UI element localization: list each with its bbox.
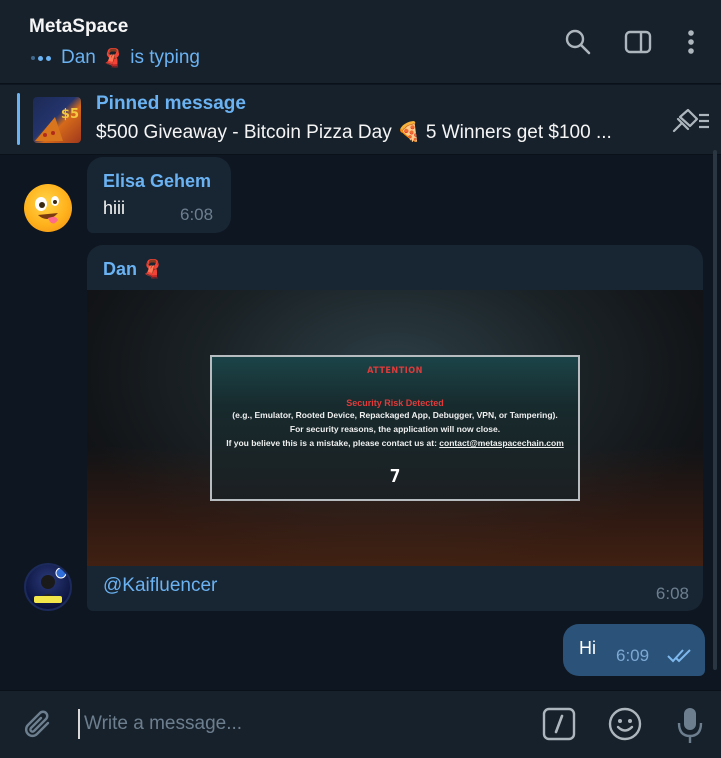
chat-title[interactable]: MetaSpace <box>29 16 128 38</box>
pinned-thumbnail: $5 <box>33 97 81 143</box>
message-time: 6:08 <box>655 584 689 603</box>
alert-title: ATTENTION <box>367 366 423 376</box>
search-icon[interactable] <box>564 28 592 56</box>
message-media-image[interactable]: ATTENTION Security Risk Detected (e.g., … <box>87 290 703 566</box>
sender-name[interactable]: Dan <box>103 259 137 280</box>
alert-contact-email: contact@metaspacechain.com <box>439 438 564 448</box>
pinned-label: Pinned message <box>96 93 246 114</box>
alert-line-3-prefix: If you believe this is a mistake, please… <box>226 438 437 448</box>
sidebar-toggle-icon[interactable] <box>624 28 652 56</box>
scarf-emoji-icon: 🧣 <box>101 47 125 68</box>
pinned-thumb-text: $5 <box>60 107 79 122</box>
paperclip-icon[interactable] <box>22 708 56 742</box>
pinned-text: $500 Giveaway - Bitcoin Pizza Day 🍕 5 Wi… <box>96 122 612 143</box>
sender-name-row[interactable]: Dan 🧣 <box>103 259 163 280</box>
typing-user: Dan <box>61 47 96 68</box>
typing-status: Dan 🧣 is typing <box>31 47 200 69</box>
sender-name[interactable]: Elisa Gehem <box>103 171 211 192</box>
pinned-indicator <box>17 93 20 145</box>
message-time: 6:09 <box>616 646 650 665</box>
message-composer <box>0 690 721 758</box>
read-checkmarks-icon <box>667 649 691 663</box>
avatar-elisa[interactable] <box>24 184 72 232</box>
pinned-message-bar[interactable]: $5 Pinned message $500 Giveaway - Bitcoi… <box>0 85 721 155</box>
alert-line-3: If you believe this is a mistake, please… <box>212 436 578 450</box>
security-alert-dialog: ATTENTION Security Risk Detected (e.g., … <box>210 355 580 501</box>
alert-line-2: For security reasons, the application wi… <box>289 424 501 434</box>
message-text: Hi <box>579 638 596 658</box>
message-bubble-elisa[interactable]: Elisa Gehem hiii 6:08 <box>87 157 231 233</box>
message-time: 6:08 <box>180 205 214 224</box>
alert-risk: Security Risk Detected <box>346 398 444 408</box>
emoji-icon[interactable] <box>607 706 643 742</box>
alert-countdown: 7 <box>389 466 401 487</box>
message-bubble-dan[interactable]: Dan 🧣 ATTENTION Security Risk Detected (… <box>87 245 703 611</box>
scarf-emoji-icon: 🧣 <box>141 259 164 279</box>
more-options-icon[interactable] <box>678 28 706 56</box>
microphone-icon[interactable] <box>675 706 705 744</box>
chat-scrollbar[interactable] <box>713 150 717 670</box>
typing-dots-icon <box>31 55 51 61</box>
unpin-icon[interactable] <box>668 105 710 135</box>
chat-header: MetaSpace Dan 🧣 is typing <box>0 0 721 84</box>
bot-commands-icon[interactable] <box>542 707 576 741</box>
typing-suffix: is typing <box>130 47 200 68</box>
message-bubble-outgoing[interactable]: Hi 6:09 <box>563 624 705 676</box>
alert-line-1: (e.g., Emulator, Rooted Device, Repackag… <box>232 410 558 420</box>
avatar-dan[interactable] <box>24 563 72 611</box>
mention-link[interactable]: @Kaifluencer <box>103 575 217 597</box>
message-text: hiii <box>103 198 126 218</box>
message-input[interactable] <box>78 709 518 739</box>
